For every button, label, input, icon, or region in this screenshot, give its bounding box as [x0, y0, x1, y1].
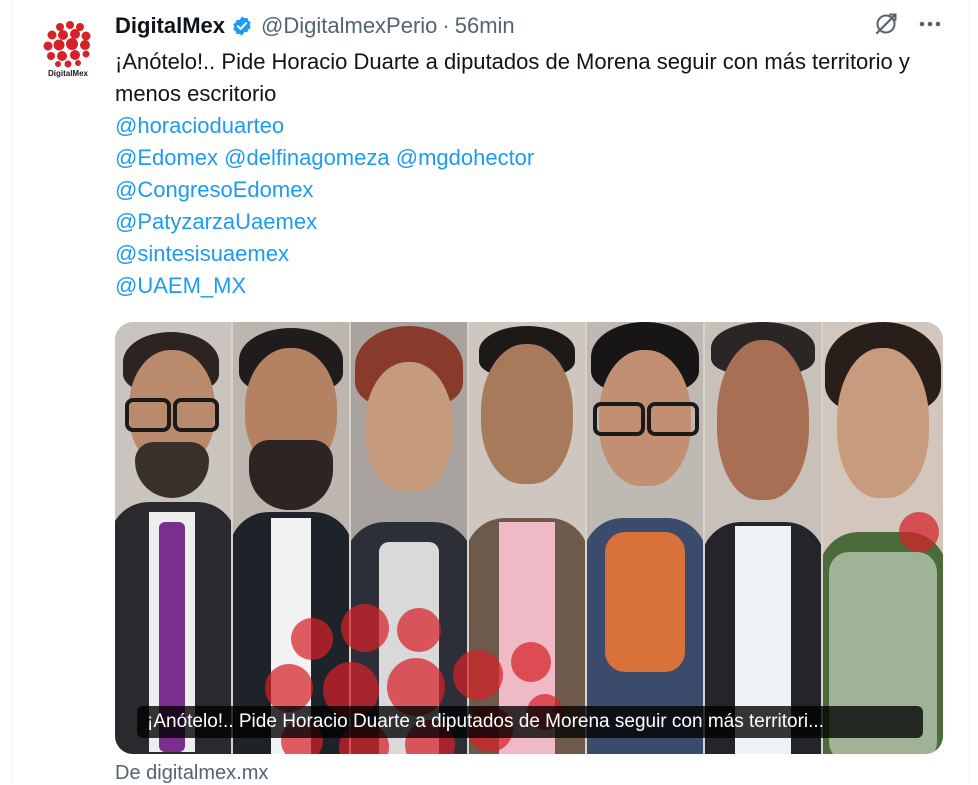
watermark-dot: [511, 642, 551, 682]
mention-link[interactable]: @horacioduarteo: [115, 113, 284, 138]
watermark-dot: [453, 650, 503, 700]
watermark-dot: [397, 608, 441, 652]
watermark-dot: [341, 604, 389, 652]
link-card-image[interactable]: [115, 322, 943, 754]
link-card-title[interactable]: ¡Anótelo!.. Pide Horacio Duarte a diputa…: [137, 706, 923, 738]
watermark-dot: [899, 512, 939, 552]
grok-icon[interactable]: [872, 10, 900, 38]
tweet-timestamp[interactable]: 56min: [455, 13, 515, 39]
photo-strip-5: [587, 322, 703, 754]
mention-link[interactable]: @PatyzarzaUaemex: [115, 209, 317, 234]
mention-list: @horacioduarteo @Edomex @delfinagomeza @…: [115, 110, 534, 302]
mention-link[interactable]: @CongresoEdomex: [115, 177, 313, 202]
mention-line: @sintesisuaemex: [115, 238, 534, 270]
mention-link[interactable]: @delfinagomeza: [224, 145, 389, 170]
mention-line: @CongresoEdomex: [115, 174, 534, 206]
avatar-logo-text: DigitalMex: [48, 69, 89, 78]
photo-strip-1: [115, 322, 231, 754]
photo-strip-6: [705, 322, 821, 754]
tweet-text: ¡Anótelo!.. Pide Horacio Duarte a diputa…: [115, 49, 910, 106]
mention-line: @Edomex @delfinagomeza @mgdohector: [115, 142, 534, 174]
timeline-border-right: [969, 0, 970, 784]
mention-line: @UAEM_MX: [115, 270, 534, 302]
avatar[interactable]: DigitalMex: [32, 14, 104, 86]
mention-link[interactable]: @mgdohector: [396, 145, 535, 170]
timeline-border-left: [11, 0, 12, 784]
watermark-dot: [265, 664, 313, 712]
mention-link[interactable]: @UAEM_MX: [115, 273, 246, 298]
author-name[interactable]: DigitalMex: [115, 13, 225, 39]
more-options-icon[interactable]: [916, 10, 944, 38]
mention-line: @horacioduarteo: [115, 110, 534, 142]
tweet-header-actions: [872, 10, 944, 38]
link-card-source[interactable]: De digitalmex.mx: [115, 762, 268, 785]
mention-link[interactable]: @sintesisuaemex: [115, 241, 289, 266]
mention-link[interactable]: @Edomex: [115, 145, 218, 170]
verified-badge-icon: [231, 15, 253, 37]
tweet-header: DigitalMex @DigitalmexPerio · 56min: [115, 8, 515, 44]
mention-line: @PatyzarzaUaemex: [115, 206, 534, 238]
watermark-dot: [291, 618, 333, 660]
header-separator: ·: [442, 13, 450, 38]
author-handle[interactable]: @DigitalmexPerio: [261, 13, 437, 39]
